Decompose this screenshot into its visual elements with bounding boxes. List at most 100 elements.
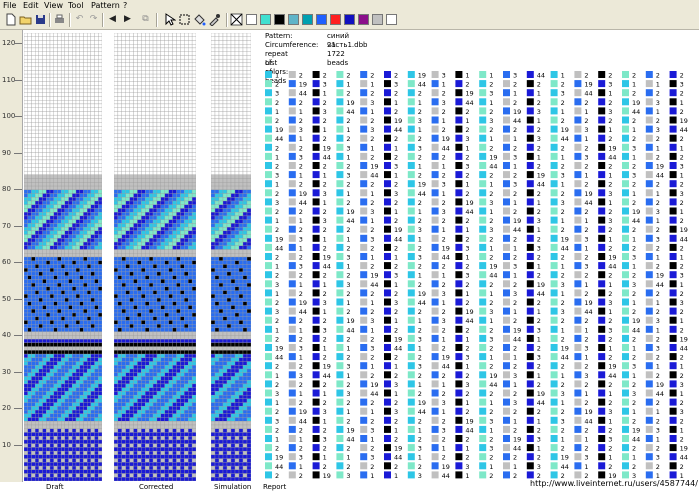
draft-bead[interactable] bbox=[60, 335, 66, 340]
draft-bead[interactable] bbox=[83, 66, 88, 71]
draft-bead[interactable] bbox=[34, 312, 40, 317]
corrected-bead[interactable] bbox=[152, 96, 158, 101]
corrected-bead[interactable] bbox=[133, 141, 138, 146]
corrected-bead[interactable] bbox=[121, 316, 126, 321]
corrected-bead[interactable] bbox=[176, 73, 181, 78]
corrected-bead[interactable] bbox=[164, 193, 169, 198]
draft-bead[interactable] bbox=[53, 62, 58, 67]
draft-bead[interactable] bbox=[60, 114, 66, 120]
corrected-bead[interactable] bbox=[160, 432, 165, 437]
corrected-bead[interactable] bbox=[117, 133, 122, 138]
corrected-bead[interactable] bbox=[141, 428, 146, 433]
corrected-bead[interactable] bbox=[148, 170, 154, 176]
corrected-bead[interactable] bbox=[121, 100, 126, 105]
draft-bead[interactable] bbox=[90, 376, 95, 381]
corrected-bead[interactable] bbox=[168, 96, 173, 101]
draft-bead[interactable] bbox=[75, 376, 80, 381]
draft-bead[interactable] bbox=[53, 126, 58, 131]
corrected-bead[interactable] bbox=[180, 406, 185, 411]
draft-bead[interactable] bbox=[60, 73, 66, 78]
draft-bead[interactable] bbox=[86, 350, 92, 355]
draft-bead[interactable] bbox=[94, 357, 99, 362]
draft-bead[interactable] bbox=[53, 92, 58, 97]
corrected-bead[interactable] bbox=[188, 40, 193, 45]
draft-bead[interactable] bbox=[60, 361, 66, 366]
draft-bead[interactable] bbox=[27, 294, 32, 299]
corrected-bead[interactable] bbox=[125, 148, 130, 153]
draft-bead[interactable] bbox=[94, 47, 99, 52]
draft-bead[interactable] bbox=[27, 170, 32, 176]
print-icon[interactable] bbox=[53, 13, 66, 26]
corrected-bead[interactable] bbox=[176, 219, 181, 224]
corrected-bead[interactable] bbox=[125, 361, 130, 366]
corrected-bead[interactable] bbox=[113, 271, 119, 276]
draft-bead[interactable] bbox=[42, 406, 47, 411]
draft-bead[interactable] bbox=[79, 279, 84, 284]
corrected-bead[interactable] bbox=[188, 439, 193, 444]
corrected-bead[interactable] bbox=[168, 88, 173, 93]
corrected-bead[interactable] bbox=[188, 372, 193, 377]
corrected-bead[interactable] bbox=[113, 223, 119, 228]
draft-bead[interactable] bbox=[94, 290, 99, 295]
corrected-bead[interactable] bbox=[188, 320, 193, 325]
corrected-bead[interactable] bbox=[164, 398, 169, 403]
corrected-bead[interactable] bbox=[152, 454, 158, 459]
corrected-bead[interactable] bbox=[164, 219, 169, 224]
corrected-bead[interactable] bbox=[145, 301, 150, 306]
draft-bead[interactable] bbox=[38, 365, 43, 370]
corrected-bead[interactable] bbox=[133, 55, 138, 60]
draft-bead[interactable] bbox=[83, 406, 88, 411]
draft-bead[interactable] bbox=[60, 417, 66, 422]
corrected-bead[interactable] bbox=[168, 92, 173, 97]
corrected-bead[interactable] bbox=[148, 309, 154, 314]
draft-bead[interactable] bbox=[46, 223, 51, 228]
corrected-bead[interactable] bbox=[191, 309, 197, 314]
draft-bead[interactable] bbox=[75, 279, 80, 284]
corrected-bead[interactable] bbox=[113, 174, 119, 179]
corrected-bead[interactable] bbox=[184, 428, 189, 433]
corrected-bead[interactable] bbox=[188, 436, 193, 441]
corrected-bead[interactable] bbox=[156, 320, 162, 325]
draft-bead[interactable] bbox=[53, 234, 58, 239]
corrected-bead[interactable] bbox=[188, 324, 193, 329]
draft-bead[interactable] bbox=[79, 189, 84, 194]
palette-swatch[interactable] bbox=[330, 14, 341, 25]
draft-bead[interactable] bbox=[49, 185, 54, 190]
corrected-bead[interactable] bbox=[188, 406, 193, 411]
corrected-bead[interactable] bbox=[113, 346, 119, 351]
draft-bead[interactable] bbox=[75, 402, 80, 407]
corrected-bead[interactable] bbox=[129, 163, 134, 168]
draft-bead[interactable] bbox=[46, 413, 51, 418]
draft-bead[interactable] bbox=[86, 342, 92, 347]
corrected-bead[interactable] bbox=[160, 197, 165, 202]
corrected-bead[interactable] bbox=[191, 428, 197, 433]
draft-bead[interactable] bbox=[53, 159, 58, 164]
corrected-bead[interactable] bbox=[160, 402, 165, 407]
draft-bead[interactable] bbox=[27, 77, 32, 82]
draft-bead[interactable] bbox=[90, 58, 95, 64]
corrected-bead[interactable] bbox=[141, 290, 146, 295]
draft-bead[interactable] bbox=[83, 200, 88, 205]
corrected-bead[interactable] bbox=[152, 432, 158, 437]
corrected-bead[interactable] bbox=[125, 193, 130, 198]
draft-bead[interactable] bbox=[27, 338, 32, 344]
corrected-bead[interactable] bbox=[160, 185, 165, 190]
corrected-bead[interactable] bbox=[145, 297, 150, 302]
corrected-bead[interactable] bbox=[184, 44, 189, 49]
corrected-bead[interactable] bbox=[113, 215, 119, 220]
corrected-bead[interactable] bbox=[164, 226, 169, 232]
draft-bead[interactable] bbox=[53, 428, 58, 433]
draft-bead[interactable] bbox=[72, 141, 77, 146]
corrected-bead[interactable] bbox=[121, 372, 126, 377]
corrected-bead[interactable] bbox=[145, 137, 150, 142]
corrected-bead[interactable] bbox=[141, 148, 146, 153]
corrected-bead[interactable] bbox=[121, 320, 126, 325]
corrected-bead[interactable] bbox=[164, 96, 169, 101]
draft-bead[interactable] bbox=[42, 178, 47, 183]
corrected-bead[interactable] bbox=[133, 421, 138, 426]
draft-bead[interactable] bbox=[53, 185, 58, 190]
corrected-bead[interactable] bbox=[152, 275, 158, 280]
corrected-bead[interactable] bbox=[184, 230, 189, 235]
corrected-bead[interactable] bbox=[168, 234, 173, 239]
draft-bead[interactable] bbox=[68, 350, 73, 355]
